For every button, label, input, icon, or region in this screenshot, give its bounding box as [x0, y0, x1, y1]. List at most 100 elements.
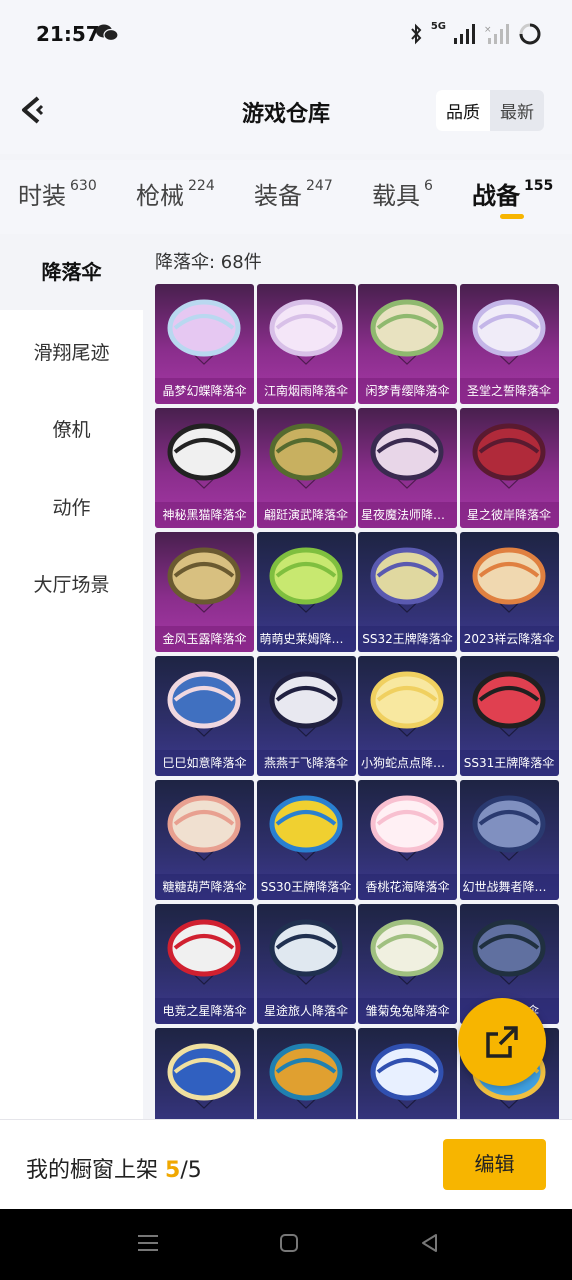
nav-back-icon[interactable] [418, 1231, 442, 1255]
nav-home-icon[interactable] [277, 1231, 301, 1255]
system-nav-bar [0, 1209, 572, 1280]
item-name: SS30王牌降落伞 [256, 874, 356, 900]
parachute-image [472, 795, 545, 861]
tab-count: 247 [306, 178, 333, 194]
sidebar-item-lobby-scene[interactable]: 大厅场景 [0, 570, 143, 597]
item-card[interactable]: 神秘黑猫降落伞 [155, 408, 254, 528]
item-card[interactable]: 2023祥云降落伞 [459, 532, 559, 652]
item-card[interactable]: 闲梦青缨降落伞 [358, 284, 457, 404]
item-name: 星之彼岸降落伞 [459, 502, 559, 528]
item-panel: 降落伞: 68件 晶梦幻蝶降落伞 江南烟雨降落伞 闲梦青缨降落伞 圣堂之誓降落伞 神秘黑… [143, 234, 572, 1119]
item-name: 小狗蛇点点降落伞 [358, 750, 457, 776]
share-button[interactable] [458, 998, 546, 1086]
tab-equipment[interactable]: 装备 247 [254, 176, 333, 211]
item-card[interactable]: 星夜魔法师降落伞 [358, 408, 457, 528]
parachute-image [269, 547, 342, 613]
active-tab-indicator [500, 214, 524, 219]
item-name: 神秘黑猫降落伞 [155, 502, 254, 528]
bluetooth-icon [411, 23, 422, 45]
nav-menu-icon[interactable] [136, 1231, 160, 1255]
showcase-status: 我的橱窗上架 5/5 [26, 1152, 202, 1184]
parachute-image [167, 423, 241, 489]
item-card[interactable]: 翩跹演武降落伞 [256, 408, 356, 528]
item-name: 星夜魔法师降落伞 [358, 502, 457, 528]
status-bar: 21:57 5G × [0, 0, 572, 66]
item-name: 翩跹演武降落伞 [256, 502, 356, 528]
sidebar-item-parachute[interactable]: 降落伞 [0, 234, 143, 310]
signal-icon-2: × [484, 24, 509, 44]
tab-count: 6 [424, 178, 433, 194]
parachute-image [167, 795, 241, 861]
item-card[interactable]: SS31王牌降落伞 [459, 656, 559, 776]
item-name: SS31王牌降落伞 [459, 750, 559, 776]
sort-newest-button[interactable]: 最新 [490, 90, 544, 131]
tab-label: 枪械 [136, 182, 184, 210]
sort-toggle[interactable]: 品质 最新 [436, 90, 544, 131]
item-card[interactable]: 糖糖葫芦降落伞 [155, 780, 254, 900]
network-label: 5G [430, 20, 446, 32]
parachute-image [370, 423, 444, 489]
item-name: 电竞之星降落伞 [155, 998, 254, 1024]
item-card[interactable]: 星途旅人降落伞 [256, 904, 356, 1024]
item-card[interactable]: 江南烟雨降落伞 [256, 284, 356, 404]
item-card[interactable]: 雏菊兔兔降落伞 [358, 904, 457, 1024]
item-card[interactable] [256, 1028, 356, 1119]
item-name: 燕燕于飞降落伞 [256, 750, 356, 776]
item-card[interactable]: 小狗蛇点点降落伞 [358, 656, 457, 776]
item-card[interactable]: 圣堂之誓降落伞 [459, 284, 559, 404]
item-card[interactable]: 萌萌史莱姆降落伞 [256, 532, 356, 652]
parachute-image [472, 423, 545, 489]
item-card[interactable]: 晶梦幻蝶降落伞 [155, 284, 254, 404]
item-card[interactable] [358, 1028, 457, 1119]
item-name: 星途旅人降落伞 [256, 998, 356, 1024]
parachute-image [370, 671, 444, 737]
item-name: 2023祥云降落伞 [459, 626, 559, 652]
item-card[interactable]: 幻世战舞者降落伞 [459, 780, 559, 900]
showcase-current: 5 [165, 1158, 181, 1183]
showcase-label: 我的橱窗上架 [26, 1158, 159, 1183]
tab-count: 224 [188, 178, 215, 194]
item-card[interactable]: 电竞之星降落伞 [155, 904, 254, 1024]
signal-icon [454, 24, 475, 44]
parachute-image [167, 299, 241, 365]
parachute-image [370, 919, 444, 985]
showcase-total: 5 [187, 1158, 202, 1183]
sidebar-item-emote[interactable]: 动作 [0, 493, 143, 520]
parachute-image [167, 1043, 241, 1109]
item-card[interactable]: SS32王牌降落伞 [358, 532, 457, 652]
tab-label: 时装 [18, 182, 66, 210]
showcase-separator: / [180, 1158, 188, 1183]
parachute-image [370, 1043, 444, 1109]
sidebar-item-wingman[interactable]: 僚机 [0, 415, 143, 442]
item-card[interactable] [155, 1028, 254, 1119]
item-name: 萌萌史莱姆降落伞 [256, 626, 356, 652]
parachute-image [269, 795, 342, 861]
tab-label: 载具 [372, 182, 420, 210]
item-card[interactable]: 星之彼岸降落伞 [459, 408, 559, 528]
parachute-image [370, 795, 444, 861]
tab-fashion[interactable]: 时装 630 [18, 176, 97, 211]
edit-button[interactable]: 编辑 [443, 1139, 546, 1190]
wechat-icon [96, 24, 118, 42]
tab-battle-prep[interactable]: 战备 155 [472, 176, 553, 211]
app-header: 游戏仓库 品质 最新 [0, 66, 572, 154]
item-name: 圣堂之誓降落伞 [459, 378, 559, 404]
item-card[interactable]: 香桃花海降落伞 [358, 780, 457, 900]
item-name: 江南烟雨降落伞 [256, 378, 356, 404]
item-name: 闲梦青缨降落伞 [358, 378, 457, 404]
category-tabs: 时装 630 枪械 224 装备 247 载具 6 战备 155 [0, 160, 572, 234]
sidebar-item-glide-trail[interactable]: 滑翔尾迹 [0, 338, 143, 365]
item-card[interactable]: 燕燕于飞降落伞 [256, 656, 356, 776]
parachute-image [370, 299, 444, 365]
item-name: SS32王牌降落伞 [358, 626, 457, 652]
tab-vehicles[interactable]: 载具 6 [372, 176, 433, 211]
parachute-image [269, 671, 342, 737]
svg-text:×: × [484, 25, 492, 35]
item-name: 香桃花海降落伞 [358, 874, 457, 900]
item-card[interactable]: 巳巳如意降落伞 [155, 656, 254, 776]
item-name: 金风玉露降落伞 [155, 626, 254, 652]
item-card[interactable]: SS30王牌降落伞 [256, 780, 356, 900]
tab-guns[interactable]: 枪械 224 [136, 176, 215, 211]
sort-quality-button[interactable]: 品质 [436, 90, 490, 131]
item-card[interactable]: 金风玉露降落伞 [155, 532, 254, 652]
